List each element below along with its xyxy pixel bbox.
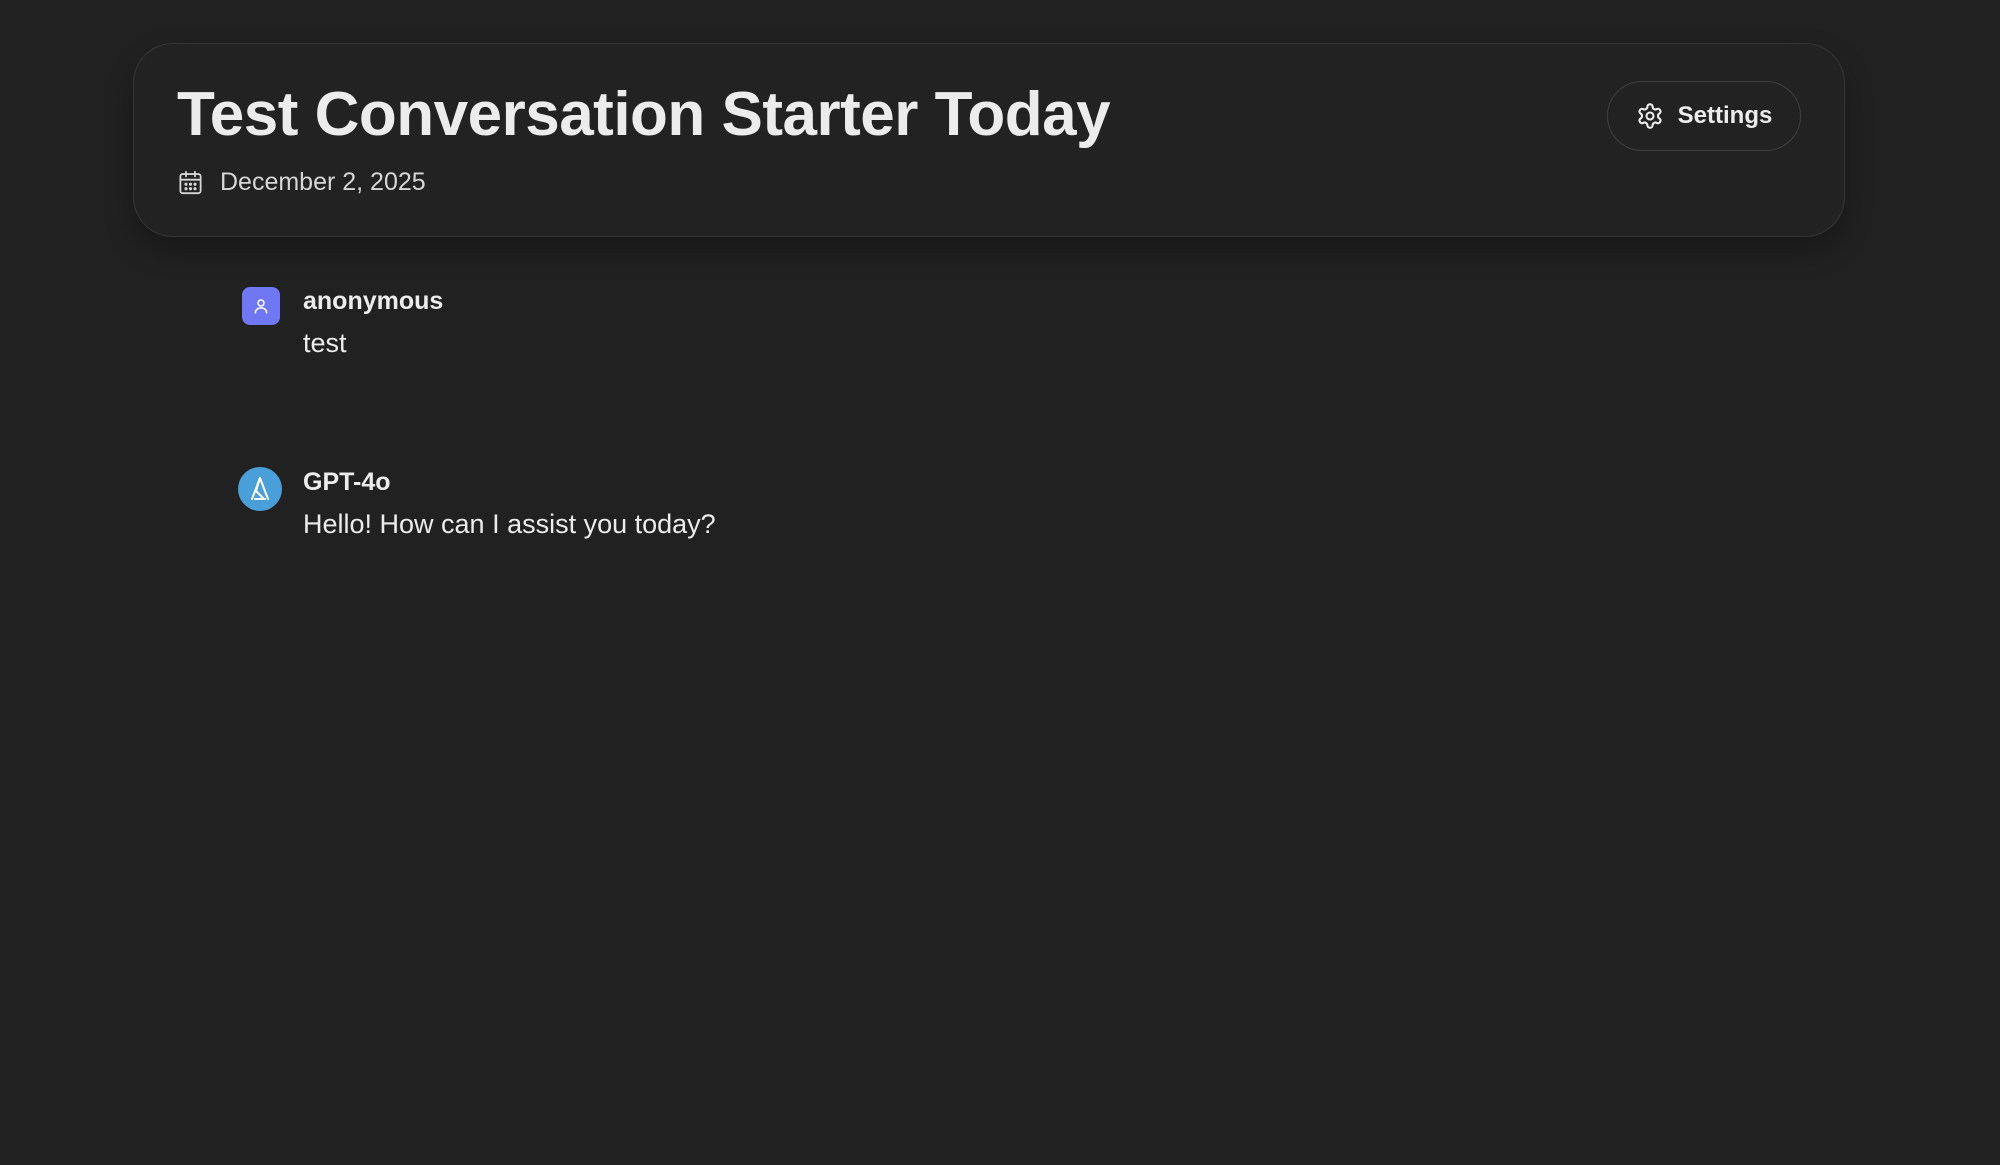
user-icon: [254, 299, 268, 314]
model-avatar: [238, 467, 282, 511]
page-title: Test Conversation Starter Today: [177, 80, 1111, 149]
calendar-icon: [177, 169, 204, 196]
conversation-date: December 2, 2025: [220, 168, 426, 196]
settings-button[interactable]: Settings: [1607, 81, 1801, 151]
model-logo-icon: [251, 477, 269, 500]
gear-icon: [1636, 102, 1664, 130]
settings-button-label: Settings: [1677, 102, 1773, 129]
message-sender: GPT-4o: [303, 468, 391, 496]
user-avatar: [242, 287, 280, 325]
message-text: test: [303, 328, 347, 358]
message-sender: anonymous: [303, 287, 444, 315]
conversation-header: Test Conversation Starter Today December…: [133, 43, 1845, 237]
message-text: Hello! How can I assist you today?: [303, 509, 716, 539]
conversation-page: Test Conversation Starter Today December…: [0, 0, 2000, 1165]
date-row: December 2, 2025: [177, 168, 426, 197]
